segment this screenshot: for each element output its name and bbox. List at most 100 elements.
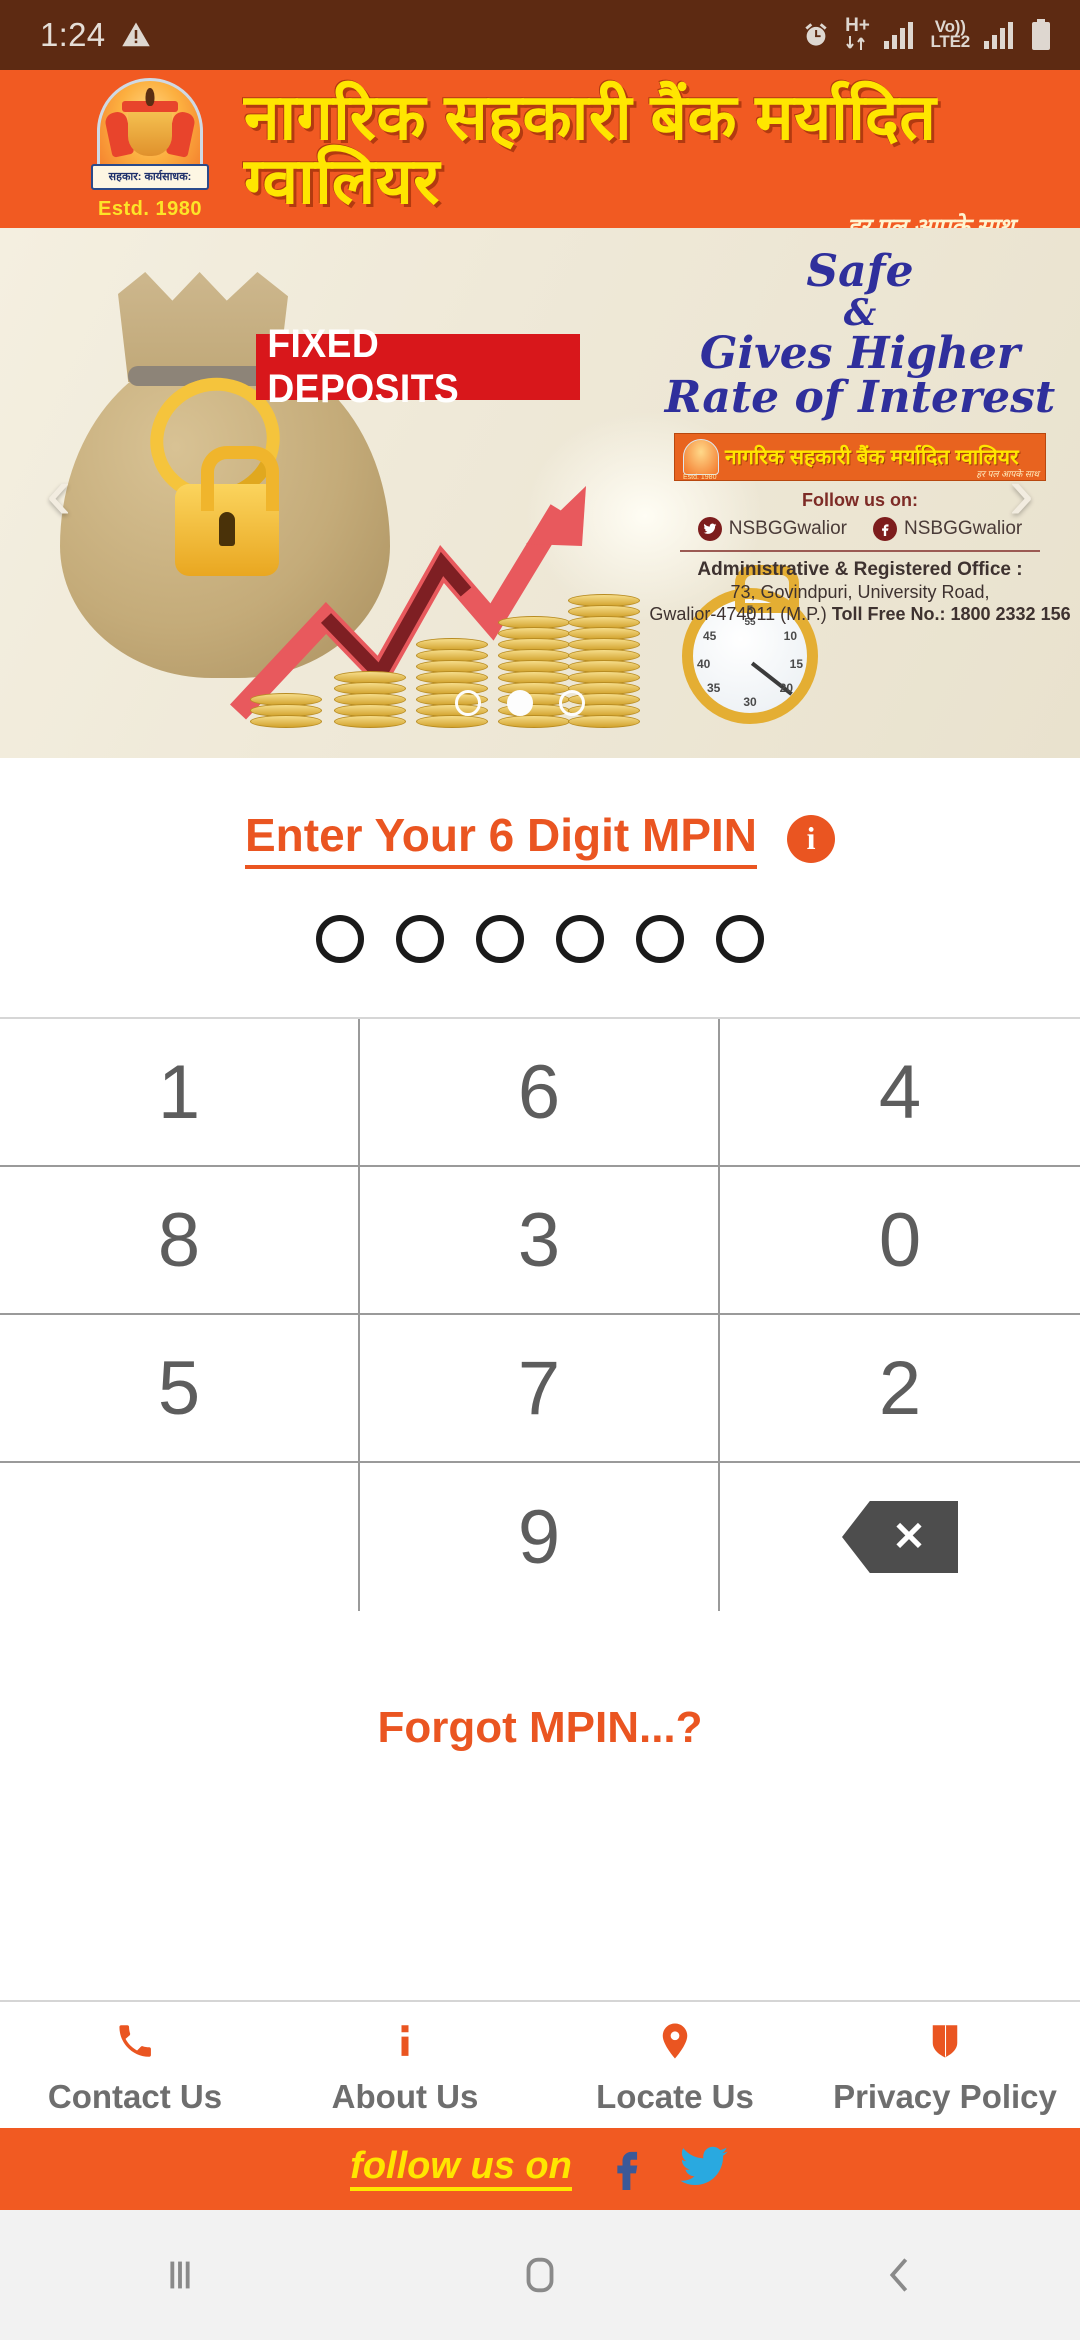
app-screen: 1:24 H+ Vo)) LTE2 सहकार: कार्यसाधक: Estd… (0, 0, 1080, 2340)
pin-dot-2 (396, 915, 444, 963)
banner-office-heading: Administrative & Registered Office : (697, 559, 1023, 581)
nav-label-contact-us: Contact Us (47, 2078, 223, 2115)
pin-dot-4 (556, 915, 604, 963)
promo-line-2: & (843, 291, 877, 334)
mpin-title: Enter Your 6 Digit MPIN (244, 808, 758, 869)
banner-divider (680, 550, 1040, 553)
banner-follow-heading: Follow us on: (802, 490, 918, 511)
banner-established: Estd. 1980 (683, 474, 717, 482)
shield-icon (922, 2018, 968, 2064)
established-year: Estd. 1980 (98, 197, 202, 220)
nav-item-contact-us[interactable]: Contact Us (0, 2018, 270, 2116)
banner-bank-name: नागरिक सहकारी बैंक मर्यादित ग्वालियर (725, 446, 1019, 470)
phone-icon (112, 2018, 158, 2064)
nav-label-locate-us: Locate Us (596, 2078, 754, 2115)
signal-bars-icon-2 (984, 21, 1013, 49)
status-bar: 1:24 H+ Vo)) LTE2 (0, 0, 1080, 70)
twitter-icon[interactable] (678, 2141, 730, 2198)
key-r3c2[interactable]: 7 (360, 1315, 720, 1463)
banner-facebook-handle-item[interactable]: NSBGGwalior (873, 517, 1023, 542)
recents-icon[interactable] (120, 2240, 240, 2310)
banner-social-row: NSBGGwalior NSBGGwalior (697, 517, 1023, 542)
product-label-text: FIXED DEPOSITS (267, 322, 460, 411)
home-icon[interactable] (480, 2240, 600, 2310)
key-r3c1[interactable]: 5 (0, 1315, 360, 1463)
nav-item-about-us[interactable]: About Us (270, 2018, 540, 2116)
alarm-clock-icon (805, 23, 828, 46)
network-type-indicator: H+ (844, 16, 870, 52)
pin-dot-3 (476, 915, 524, 963)
follow-us-bar: follow us on (0, 2128, 1080, 2210)
bank-title-wrap: नागरिक सहकारी बैंक मर्यादित ग्वालियर हर … (220, 85, 1080, 228)
android-navigation-bar (0, 2210, 1080, 2340)
coin-stacks (230, 556, 650, 728)
key-r1c2[interactable]: 6 (360, 1019, 720, 1167)
status-bar-right: H+ Vo)) LTE2 (801, 16, 1052, 52)
numeric-keypad[interactable]: 1 6 4 8 3 0 5 7 2 9 ✕ (0, 1017, 1080, 1611)
crest-motto: सहकार: कार्यसाधक: (91, 163, 209, 190)
carousel-next-arrow-icon[interactable]: › (1009, 455, 1034, 531)
key-r2c3[interactable]: 0 (720, 1167, 1080, 1315)
banner-crest-icon (683, 439, 719, 476)
backspace-icon: ✕ (842, 1501, 958, 1573)
bank-crest-icon: सहकार: कार्यसाधक: (91, 77, 209, 190)
key-r1c1[interactable]: 1 (0, 1019, 360, 1167)
bank-logo: सहकार: कार्यसाधक: Estd. 1980 (80, 77, 220, 221)
key-r3c3[interactable]: 2 (720, 1315, 1080, 1463)
nav-item-locate-us[interactable]: Locate Us (540, 2018, 810, 2116)
carousel-dot-2[interactable] (507, 690, 533, 716)
pin-dot-1 (316, 915, 364, 963)
status-time: 1:24 (40, 16, 106, 53)
banner-office-city: Gwalior-474011 (M.P.) (649, 604, 832, 625)
facebook-icon (873, 517, 897, 542)
bank-header: सहकार: कार्यसाधक: Estd. 1980 नागरिक सहका… (0, 70, 1080, 228)
backspace-key[interactable]: ✕ (720, 1463, 1080, 1611)
status-bar-left: 1:24 (40, 16, 151, 54)
carousel-prev-arrow-icon[interactable]: ‹ (46, 455, 71, 531)
bank-tagline: हर पल आपके साथ (847, 214, 1014, 228)
info-icon[interactable]: i (787, 814, 836, 863)
carousel-dot-3[interactable] (559, 690, 585, 716)
product-label-badge: FIXED DEPOSITS (256, 322, 580, 411)
banner-tollfree-number: Toll Free No.: 1800 2332 156 (831, 604, 1071, 625)
mpin-header: Enter Your 6 Digit MPIN i (0, 808, 1080, 869)
map-pin-icon (652, 2018, 698, 2064)
banner-twitter-handle: NSBGGwalior (728, 518, 847, 540)
back-icon[interactable] (840, 2240, 960, 2310)
carousel-dot-1[interactable] (455, 690, 481, 716)
volte-indicator: Vo)) LTE2 (930, 17, 970, 51)
banner-office-tollfree: Gwalior-474011 (M.P.) Toll Free No.: 180… (649, 604, 1070, 625)
carousel-dots[interactable] (455, 690, 585, 716)
banner-bank-logo: नागरिक सहकारी बैंक मर्यादित ग्वालियर Est… (674, 433, 1046, 482)
battery-icon (1032, 18, 1050, 50)
banner-twitter-handle-item[interactable]: NSBGGwalior (697, 517, 847, 542)
pin-dot-5 (636, 915, 684, 963)
follow-us-label: follow us on (350, 2146, 572, 2191)
key-r4c2[interactable]: 9 (360, 1463, 720, 1611)
coin-stack-1 (250, 693, 322, 728)
warning-triangle-icon (122, 22, 151, 47)
promo-line-1: Safe (806, 246, 914, 297)
promo-line-4: Rate of Interest (664, 372, 1056, 424)
promo-carousel[interactable]: FIXED DEPOSITS 5 10 15 20 30 35 40 45 55… (0, 228, 1080, 758)
key-r4c1-empty (0, 1463, 360, 1611)
info-icon (382, 2018, 428, 2064)
growth-arrow-chart (229, 468, 650, 748)
forgot-mpin-link[interactable]: Forgot MPIN...? (0, 1703, 1080, 1753)
data-transfer-arrows-icon (846, 36, 866, 51)
banner-facebook-handle: NSBGGwalior (904, 518, 1023, 540)
key-r1c3[interactable]: 4 (720, 1019, 1080, 1167)
banner-office-address: 73, Govindpuri, University Road, (730, 582, 990, 603)
key-r2c2[interactable]: 3 (360, 1167, 720, 1315)
nav-label-about-us: About Us (331, 2078, 479, 2115)
pin-dot-6 (716, 915, 764, 963)
facebook-icon[interactable] (602, 2141, 648, 2198)
twitter-icon (697, 517, 722, 542)
mpin-indicator (0, 915, 1080, 963)
signal-bars-icon-1 (884, 21, 914, 49)
key-r2c1[interactable]: 8 (0, 1167, 360, 1315)
nav-label-privacy-policy: Privacy Policy (833, 2078, 1057, 2115)
nav-item-privacy-policy[interactable]: Privacy Policy (810, 2018, 1080, 2116)
coin-stack-2 (334, 671, 406, 728)
promo-line-3: Gives Higher (699, 327, 1021, 379)
